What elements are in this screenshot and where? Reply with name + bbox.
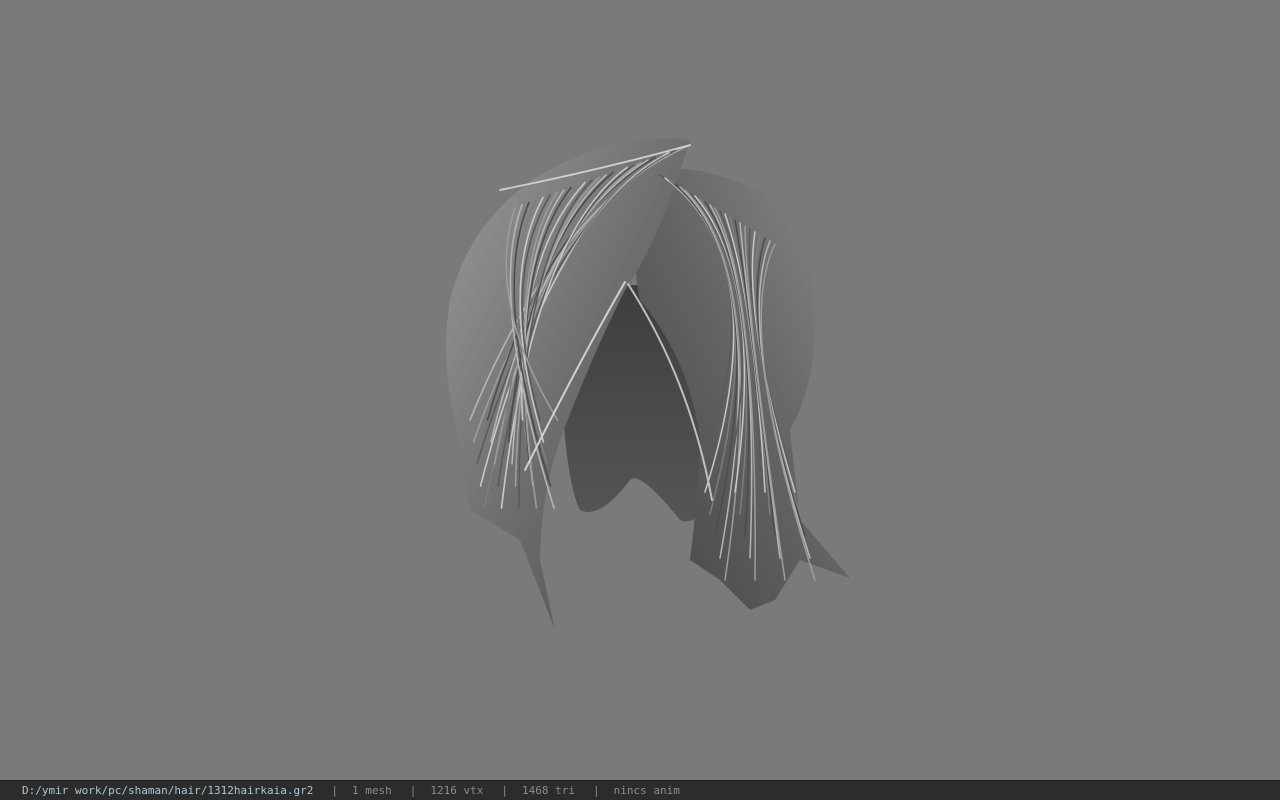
animation-status: nincs anim: [613, 784, 680, 797]
status-bar: D:/ymir work/pc/shaman/hair/1312hairkaia…: [0, 780, 1280, 800]
status-separator: |: [501, 784, 509, 797]
file-path: D:/ymir work/pc/shaman/hair/1312hairkaia…: [22, 784, 314, 797]
status-separator: |: [331, 784, 339, 797]
status-separator: |: [409, 784, 417, 797]
triangle-count: 1468 tri: [522, 784, 575, 797]
hair-model-render: [446, 138, 850, 630]
mesh-count: 1 mesh: [352, 784, 392, 797]
status-separator: |: [593, 784, 600, 797]
3d-viewport[interactable]: [0, 0, 1280, 780]
vertex-count: 1216 vtx: [430, 784, 484, 797]
